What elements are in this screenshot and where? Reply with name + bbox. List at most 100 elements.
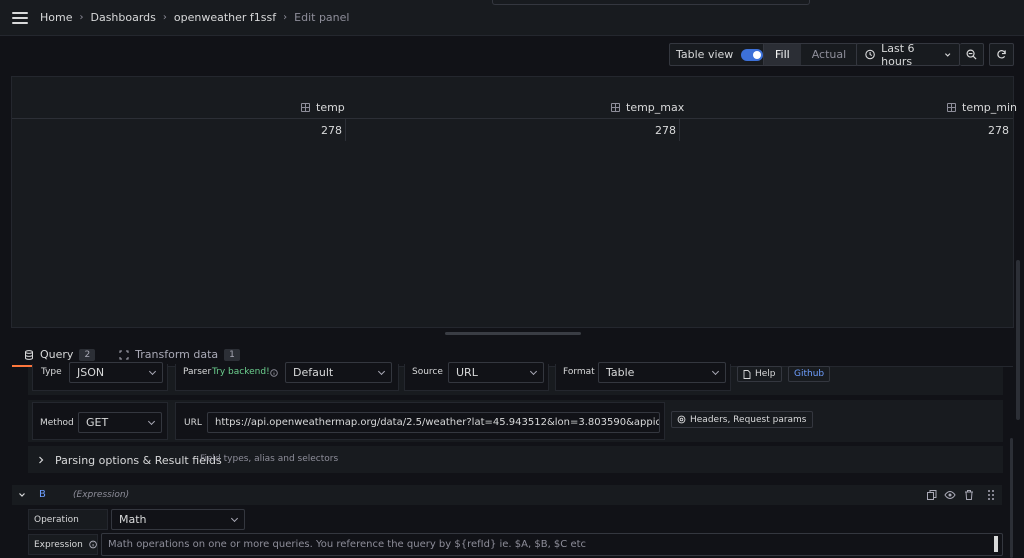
help-label: Help [755,369,776,379]
expression-label: Expression [34,539,83,550]
database-icon [25,349,33,360]
breadcrumb-current: Edit panel [294,11,350,24]
parser-select[interactable]: Default [285,362,392,383]
source-label: Source [412,367,443,377]
refresh-button[interactable] [989,43,1014,66]
method-field: Method GET [32,402,168,440]
column-header-temp[interactable]: temp [301,101,345,114]
column-divider [345,119,346,141]
chevron-down-icon [711,367,720,376]
operation-select[interactable]: Math [111,509,245,530]
table-view-toggle[interactable]: Table view [669,43,771,66]
time-range-picker[interactable]: Last 6 hours [856,42,960,68]
expression-label-box: Expression [28,534,98,555]
clock-icon [865,49,875,60]
breadcrumb-dashboard[interactable]: openweather f1ssf [174,11,276,24]
parser-label: Parser [183,367,212,377]
table-cell-temp: 278 [321,124,342,137]
table-cell-temp-max: 278 [655,124,676,137]
search-box[interactable] [492,0,810,5]
format-value: Table [606,366,635,379]
column-header-label: temp_min [962,101,1018,114]
chevron-down-icon [148,367,157,376]
document-icon [743,369,751,379]
method-label: Method [40,418,74,428]
breadcrumb-separator-icon: › [79,12,84,23]
trash-icon[interactable] [963,489,975,501]
fill-option[interactable]: Fill [764,44,801,65]
refresh-group [989,43,1014,66]
field-type-icon [301,103,310,112]
headers-label: Headers, Request params [690,414,807,425]
tab-query-label: Query [40,348,74,361]
table-header-divider [12,118,1013,119]
source-select[interactable]: URL [448,362,544,383]
chevron-down-icon[interactable] [18,491,26,499]
column-header-label: temp_max [626,101,685,114]
url-input[interactable]: https://api.openweathermap.org/data/2.5/… [207,412,660,433]
github-button[interactable]: Github [788,366,831,382]
breadcrumb-home[interactable]: Home [40,11,72,24]
chevron-right-icon[interactable] [38,456,44,464]
type-field: Type JSON [32,362,168,391]
type-value: JSON [77,366,105,379]
editor-scrollbar[interactable] [1010,438,1013,558]
table-view-label: Table view [676,48,734,61]
fill-mode-group: Fill Actual [763,43,859,66]
type-select[interactable]: JSON [69,362,163,383]
table-view-toggle-group: Table view [669,43,771,66]
type-label: Type [41,367,62,377]
chevron-down-icon [377,367,386,376]
breadcrumb-dashboards[interactable]: Dashboards [90,11,155,24]
tab-transform-label: Transform data [135,348,219,361]
time-picker-group: Last 6 hours [856,42,984,68]
method-value: GET [86,416,109,429]
info-icon [89,540,97,549]
method-select[interactable]: GET [78,412,162,433]
query-b-kind: (Expression) [73,490,130,500]
table-view-switch[interactable] [741,48,764,61]
format-label: Format [563,367,595,377]
format-select[interactable]: Table [598,362,726,383]
info-icon [270,369,278,377]
parser-hint[interactable]: Try backend! [212,367,270,377]
query-a-url-row: Method GET URL https://api.openweatherma… [28,400,1003,442]
drag-handle-icon[interactable] [985,489,997,501]
source-value: URL [456,366,478,379]
help-button[interactable]: Help [737,366,782,382]
column-divider [679,119,680,141]
actual-option[interactable]: Actual [801,44,857,65]
duplicate-icon[interactable] [926,489,938,501]
parsing-options-title[interactable]: Parsing options & Result fields [55,454,222,467]
chevron-down-icon [944,52,951,57]
headers-request-params-button[interactable]: Headers, Request params [671,411,813,428]
tab-query-count: 2 [79,348,96,361]
parsing-options-row[interactable]: Parsing options & Result fields Field ty… [28,446,1003,473]
operation-value: Math [119,513,147,526]
parser-value: Default [293,366,334,379]
column-header-label: temp [316,101,345,114]
breadcrumb-separator-icon: › [162,12,167,23]
source-field: Source URL [404,362,549,391]
query-b-ref[interactable]: B [39,489,46,500]
scrollbar[interactable] [1016,260,1020,420]
gear-icon [677,415,686,424]
github-label: Github [794,369,825,379]
transform-icon [119,350,129,359]
column-header-temp-max[interactable]: temp_max [611,101,684,114]
query-b-header: B (Expression) [12,485,1002,505]
chevron-down-icon [230,514,239,523]
panel-resize-handle[interactable] [445,332,581,335]
operation-label: Operation [28,509,108,530]
hamburger-menu-icon[interactable] [12,11,28,24]
refresh-icon [997,50,1006,59]
panel-preview: temp temp_max temp_min 278 278 278 [11,76,1017,328]
format-field: Format Table [555,362,731,391]
zoom-out-button[interactable] [960,43,984,66]
column-header-temp-min[interactable]: temp_min [947,101,1017,114]
query-a-options-row: Type JSON Parser Try backend! Default So… [28,362,1003,395]
resize-handle[interactable] [994,536,998,552]
expression-input[interactable]: Math operations on one or more queries. … [101,533,1003,556]
url-label: URL [184,418,202,428]
eye-icon[interactable] [944,489,956,501]
